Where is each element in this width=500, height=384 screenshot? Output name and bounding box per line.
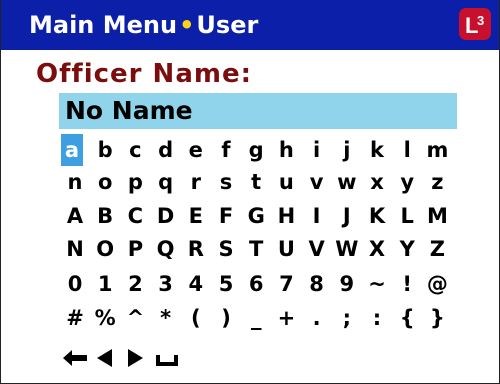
key-2-3[interactable]: D (152, 200, 180, 232)
key-5-8[interactable]: . (303, 302, 331, 334)
key-2-9[interactable]: J (333, 200, 361, 232)
keyboard-row-5: 0 1 2 3 4 5 6 7 8 9 ~! @ (61, 268, 481, 300)
device-screen: Main Menu•User L 3 Officer Name: No Name… (0, 0, 500, 384)
key-4-5[interactable]: 5 (212, 268, 240, 300)
key-1-10[interactable]: x (363, 166, 391, 198)
breadcrumb: Main Menu•User (29, 10, 258, 40)
key-3-6[interactable]: T (242, 233, 270, 265)
key-4-11[interactable]: ! (393, 268, 421, 300)
key-4-7[interactable]: 7 (272, 268, 300, 300)
keyboard-row-1: abcdefghijklm (61, 134, 481, 166)
key-2-8[interactable]: I (303, 200, 331, 232)
breadcrumb-separator: • (179, 11, 195, 39)
key-4-2[interactable]: 2 (121, 268, 149, 300)
breadcrumb-user: User (196, 11, 259, 39)
key-5-9[interactable]: ; (333, 302, 361, 334)
key-3-9[interactable]: W (333, 233, 361, 265)
key-1-1[interactable]: o (91, 166, 119, 198)
key-2-6[interactable]: G (242, 200, 270, 232)
key-3-7[interactable]: U (272, 233, 300, 265)
key-5-12[interactable]: } (423, 302, 451, 334)
space-icon[interactable] (153, 342, 181, 374)
officer-name-label: Officer Name: (36, 59, 252, 89)
key-2-7[interactable]: H (272, 200, 300, 232)
key-0-0[interactable]: a (61, 134, 83, 166)
keyboard-row-4: NOPQRSTUVWXYZ (61, 233, 481, 265)
key-1-8[interactable]: v (303, 166, 331, 198)
key-0-1[interactable]: b (91, 134, 119, 166)
key-5-7[interactable]: + (272, 302, 300, 334)
key-3-10[interactable]: X (363, 233, 391, 265)
key-4-6[interactable]: 6 (242, 268, 270, 300)
key-0-3[interactable]: d (152, 134, 180, 166)
key-3-11[interactable]: Y (393, 233, 421, 265)
key-1-7[interactable]: u (272, 166, 300, 198)
key-4-9[interactable]: 9 (333, 268, 361, 300)
key-5-11[interactable]: { (393, 302, 421, 334)
key-0-6[interactable]: g (242, 134, 270, 166)
key-4-1[interactable]: 1 (91, 268, 119, 300)
key-2-12[interactable]: M (423, 200, 451, 232)
key-5-4[interactable]: ( (182, 302, 210, 334)
breadcrumb-main-menu[interactable]: Main Menu (29, 11, 177, 39)
key-2-5[interactable]: F (212, 200, 240, 232)
key-2-10[interactable]: K (363, 200, 391, 232)
key-2-0[interactable]: A (61, 200, 89, 232)
keyboard-row-3: ABCDEFGHIJKLM (61, 200, 481, 232)
key-1-3[interactable]: q (152, 166, 180, 198)
key-1-0[interactable]: n (61, 166, 89, 198)
l3-logo-icon: L 3 (459, 8, 491, 40)
key-3-2[interactable]: P (121, 233, 149, 265)
key-0-12[interactable]: m (423, 134, 451, 166)
key-1-4[interactable]: r (182, 166, 210, 198)
key-3-1[interactable]: O (91, 233, 119, 265)
cursor-left-icon[interactable] (91, 342, 119, 374)
svg-text:3: 3 (477, 13, 484, 28)
key-2-2[interactable]: C (121, 200, 149, 232)
key-2-1[interactable]: B (91, 200, 119, 232)
key-5-1[interactable]: % (91, 302, 119, 334)
key-3-0[interactable]: N (61, 233, 89, 265)
key-1-12[interactable]: z (423, 166, 451, 198)
key-5-0[interactable]: # (61, 302, 89, 334)
key-5-3[interactable]: * (152, 302, 180, 334)
key-4-12[interactable]: @ (423, 268, 451, 300)
key-5-6[interactable]: _ (242, 302, 270, 334)
key-1-2[interactable]: p (121, 166, 149, 198)
key-2-11[interactable]: L (393, 200, 421, 232)
key-0-4[interactable]: e (182, 134, 210, 166)
key-4-8[interactable]: 8 (303, 268, 331, 300)
title-bar: Main Menu•User L 3 (1, 0, 499, 50)
keyboard-controls-row (61, 342, 481, 374)
key-4-4[interactable]: 4 (182, 268, 210, 300)
key-4-3[interactable]: 3 (152, 268, 180, 300)
key-5-5[interactable]: ) (212, 302, 240, 334)
key-0-8[interactable]: i (303, 134, 331, 166)
key-3-5[interactable]: S (212, 233, 240, 265)
key-3-8[interactable]: V (303, 233, 331, 265)
key-4-0[interactable]: 0 (61, 268, 89, 300)
key-1-6[interactable]: t (242, 166, 270, 198)
key-3-3[interactable]: Q (152, 233, 180, 265)
keyboard-row-2: nopqrstuvwxyz (61, 166, 481, 198)
cursor-right-icon[interactable] (121, 342, 149, 374)
keyboard-row-6: #% ^ *() _ +.;:{} (61, 302, 481, 334)
backspace-arrow-icon[interactable] (61, 342, 89, 374)
key-0-9[interactable]: j (333, 134, 361, 166)
key-2-4[interactable]: E (182, 200, 210, 232)
key-0-7[interactable]: h (272, 134, 300, 166)
key-0-5[interactable]: f (212, 134, 240, 166)
key-1-5[interactable]: s (212, 166, 240, 198)
key-1-9[interactable]: w (333, 166, 361, 198)
key-5-10[interactable]: : (363, 302, 391, 334)
key-3-4[interactable]: R (182, 233, 210, 265)
officer-name-input[interactable]: No Name (59, 93, 457, 129)
key-4-10[interactable]: ~ (363, 268, 391, 300)
key-1-11[interactable]: y (393, 166, 421, 198)
key-0-2[interactable]: c (121, 134, 149, 166)
key-0-10[interactable]: k (363, 134, 391, 166)
key-0-11[interactable]: l (393, 134, 421, 166)
key-5-2[interactable]: ^ (121, 302, 149, 334)
key-3-12[interactable]: Z (423, 233, 451, 265)
